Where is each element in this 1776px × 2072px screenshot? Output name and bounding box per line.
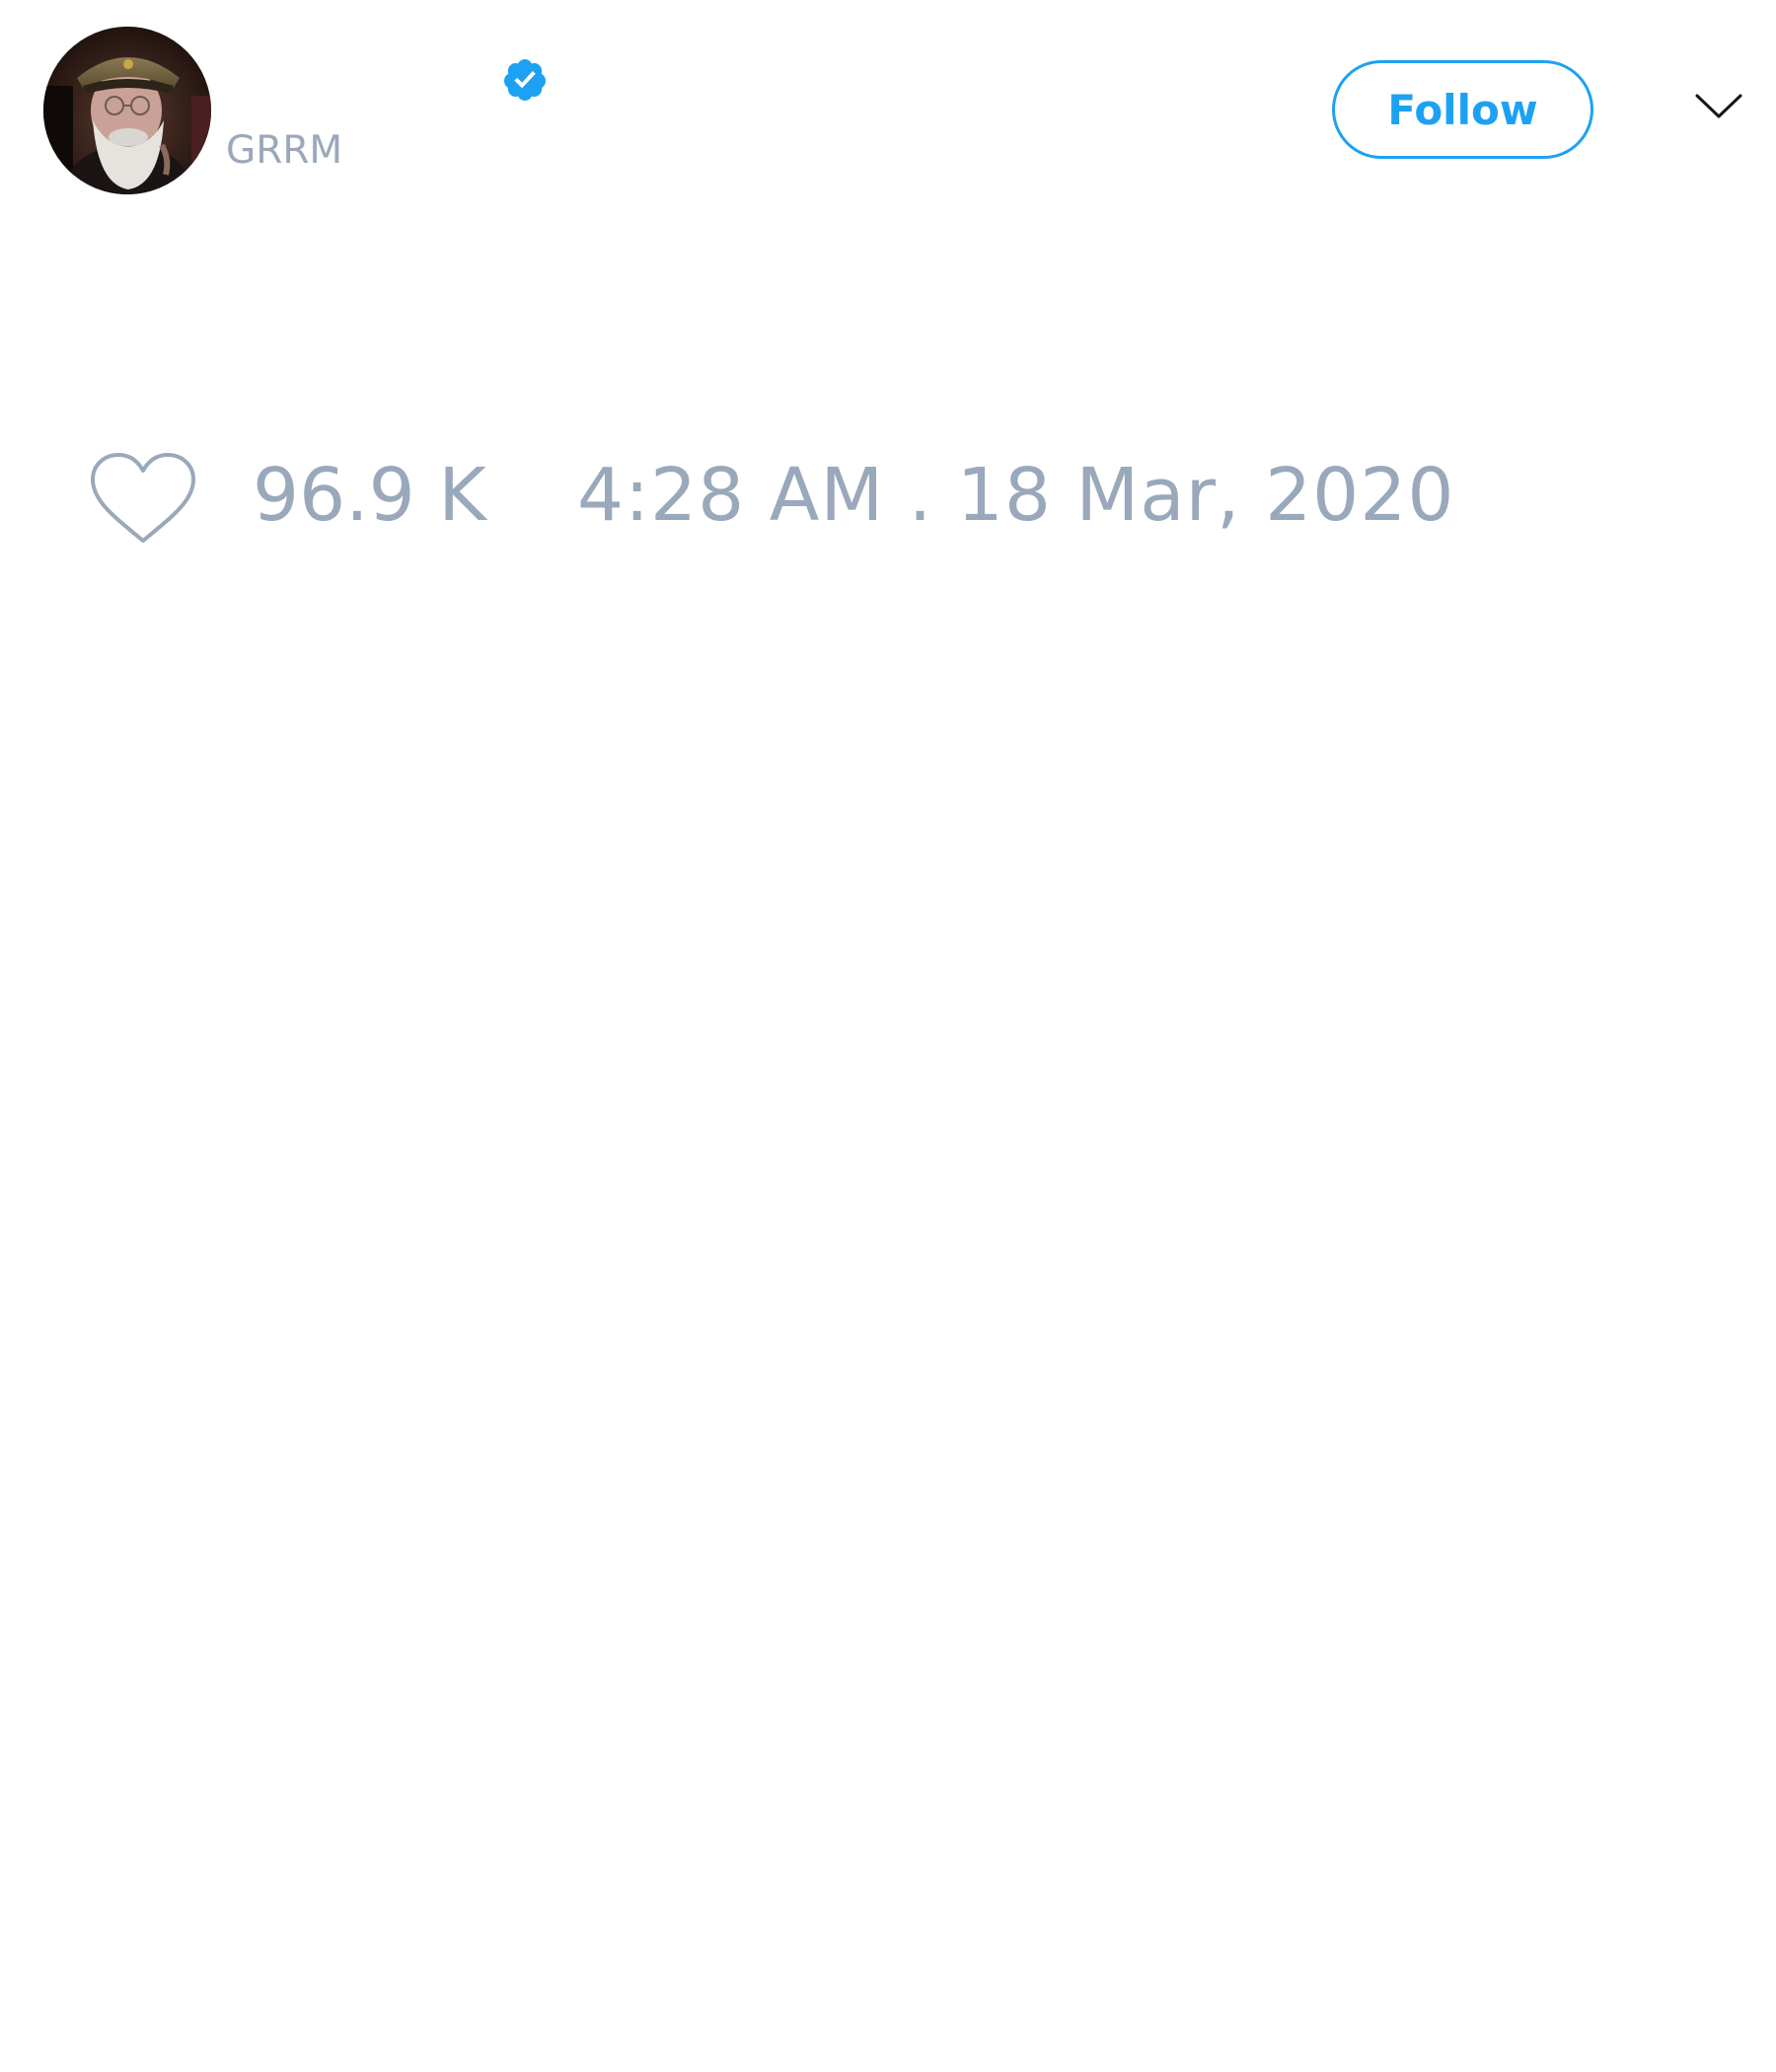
follow-button[interactable]: Follow: [1332, 60, 1593, 159]
verified-badge-icon: [503, 59, 546, 101]
author-avatar[interactable]: [43, 27, 211, 194]
chevron-down-icon[interactable]: [1694, 92, 1743, 121]
author-handle[interactable]: GRRM: [226, 128, 342, 174]
like-count: 96.9 K: [253, 453, 486, 538]
heart-icon[interactable]: [89, 451, 197, 546]
tweet-timestamp[interactable]: 4:28 AM . 18 Mar, 2020: [577, 446, 1454, 545]
